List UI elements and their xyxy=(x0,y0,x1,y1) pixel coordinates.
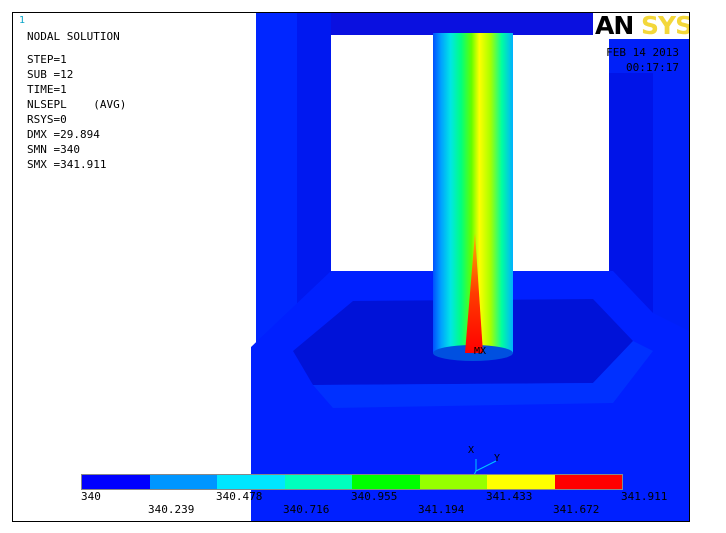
date-label: FEB 14 2013 xyxy=(606,46,679,59)
legend-label: 341.433 xyxy=(486,490,533,503)
solution-info: NODAL SOLUTION STEP=1 SUB =12 TIME=1 NLS… xyxy=(27,29,126,172)
info-line: SUB =12 xyxy=(27,68,74,81)
graphics-window[interactable]: 1 NODAL SOLUTION STEP=1 SUB =12 TIME=1 N… xyxy=(12,12,690,522)
time-label: 00:17:17 xyxy=(626,61,679,74)
legend-swatch xyxy=(487,475,555,489)
legend-label: 340.955 xyxy=(351,490,398,503)
info-line: DMX =29.894 xyxy=(27,128,100,141)
window-number: 1 xyxy=(19,15,26,26)
legend-label: 340 xyxy=(81,490,101,503)
legend-label: 340.716 xyxy=(283,503,330,516)
legend-swatch xyxy=(82,475,150,489)
datetime: FEB 14 2013 00:17:17 xyxy=(606,45,679,75)
contour-legend xyxy=(81,474,623,490)
legend-label: 340.478 xyxy=(216,490,263,503)
info-line: NODAL SOLUTION xyxy=(27,30,120,43)
legend-label: 341.194 xyxy=(418,503,465,516)
legend-swatch xyxy=(554,475,622,489)
legend-swatch xyxy=(419,475,487,489)
info-line: RSYS=0 xyxy=(27,113,67,126)
legend-swatch xyxy=(352,475,420,489)
legend-label: 341.911 xyxy=(621,490,668,503)
info-line: NLSEPL (AVG) xyxy=(27,98,127,111)
info-line: STEP=1 xyxy=(27,53,67,66)
top-plate xyxy=(331,13,613,35)
triad-y: Y xyxy=(494,453,501,464)
triad-x: X xyxy=(468,445,475,456)
info-line: SMN =340 xyxy=(27,143,80,156)
legend-label: 341.672 xyxy=(553,503,600,516)
logo-an: AN xyxy=(595,13,634,39)
legend-swatch xyxy=(217,475,285,489)
legend-swatch xyxy=(149,475,217,489)
ansys-logo: AN SYS xyxy=(593,13,689,39)
info-line: TIME=1 xyxy=(27,83,67,96)
left-wall-face xyxy=(256,13,297,347)
logo-sys: SYS xyxy=(641,13,689,39)
legend-label: 340.239 xyxy=(148,503,195,516)
max-marker: MX xyxy=(474,346,487,357)
info-line: SMX =341.911 xyxy=(27,158,107,171)
legend-swatch xyxy=(284,475,352,489)
